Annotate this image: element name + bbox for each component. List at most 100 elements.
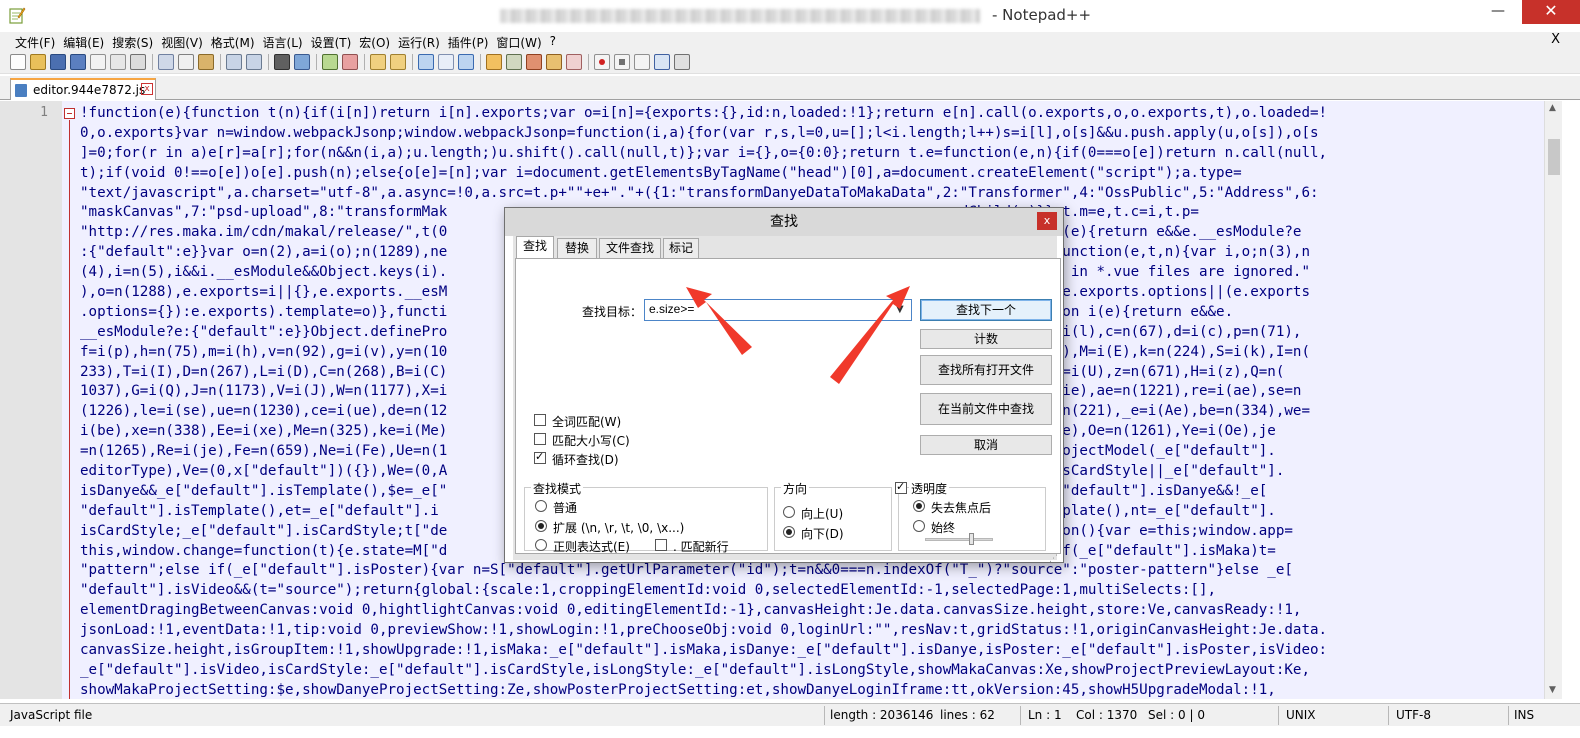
count-button[interactable]: 计数 [920,329,1052,349]
tab-replace[interactable]: 替换 [557,238,597,258]
code-line[interactable]: !function(e){function t(n){if(i[n])retur… [80,104,1532,124]
minimize-button[interactable]: — [1476,0,1520,24]
zoom-in-icon[interactable] [322,54,338,70]
code-line[interactable]: "default"].isVideo&&(t="source");return{… [80,581,1532,601]
code-line[interactable]: _e["default"].isVideo,isCardStyle:_e["de… [80,661,1532,681]
direction-down-radio[interactable] [783,526,795,538]
scrollbar-thumb[interactable] [1548,139,1560,175]
tab-find-in-files[interactable]: 文件查找 [599,238,661,258]
transparency-always-radio[interactable] [913,520,925,532]
find-icon[interactable] [274,54,290,70]
menu-settings[interactable]: 设置(T) [310,32,359,50]
show-all-chars-icon[interactable] [438,54,454,70]
resize-grip-icon[interactable]: ⋰ [1049,554,1058,564]
monitor-icon[interactable] [566,54,582,70]
find-all-in-current-file-button[interactable]: 在当前文件中查找 [920,393,1052,425]
save-macro-icon[interactable] [674,54,690,70]
code-line[interactable]: elementDragingBetweenCanvas:void 0,hight… [80,601,1532,621]
code-line[interactable]: jsonLoad:!1,eventData:!1,tip:void 0,prev… [80,621,1532,641]
menu-edit[interactable]: 编辑(E) [62,32,111,50]
wrap-around-checkbox[interactable] [534,450,546,464]
tab-mark[interactable]: 标记 [663,238,699,258]
stop-macro-icon[interactable] [614,54,630,70]
print-icon[interactable] [130,54,146,70]
menu-window[interactable]: 窗口(W) [495,32,548,50]
find-dialog-title[interactable]: 查找 [505,208,1063,236]
title-bar: - Notepad++ — ✕ [0,0,1580,32]
menu-file[interactable]: 文件(F) [14,32,62,50]
code-line[interactable]: 0,o.exports}var n=window.webpackJsonp;wi… [80,124,1532,144]
close-document-button[interactable]: X [1551,32,1560,47]
copy-icon[interactable] [178,54,194,70]
undo-icon[interactable] [226,54,242,70]
menu-format[interactable]: 格式(M) [210,32,262,50]
paste-icon[interactable] [198,54,214,70]
code-line[interactable]: t);if(void 0!==o[e])o[e].push(n);else{o[… [80,164,1532,184]
menu-run[interactable]: 运行(R) [397,32,447,50]
menu-help[interactable]: ? [549,32,563,50]
status-eol[interactable]: UNIX [1286,708,1316,722]
cut-icon[interactable] [158,54,174,70]
cancel-button[interactable]: 取消 [920,435,1052,455]
menu-language[interactable]: 语言(L) [262,32,310,50]
window-close-button[interactable]: ✕ [1522,0,1580,24]
doc-map-icon[interactable] [506,54,522,70]
function-list-icon[interactable] [526,54,542,70]
tab-close-icon[interactable]: x [141,83,153,95]
replace-icon[interactable] [294,54,310,70]
transparency-on-lose-focus-radio[interactable] [913,500,925,512]
open-file-icon[interactable] [30,54,46,70]
menu-search[interactable]: 搜索(S) [111,32,160,50]
scroll-down-icon[interactable]: ▼ [1549,685,1556,695]
transparency-checkbox[interactable] [895,480,907,494]
sync-h-icon[interactable] [390,54,406,70]
code-line[interactable]: "pattern";else if(_e["default"].isPoster… [80,561,1532,581]
match-case-checkbox[interactable] [534,433,546,445]
find-dialog-close-button[interactable]: x [1037,212,1057,230]
redo-icon[interactable] [246,54,262,70]
notepad-plus-plus-icon[interactable] [8,6,26,24]
save-all-icon[interactable] [70,54,86,70]
code-line[interactable]: showMakaProjectSetting:$e,showDanyeProje… [80,681,1532,699]
code-line[interactable]: ]=0;for(r in a)e[r]=a[r];for(n&&n(i,a);u… [80,144,1532,164]
toolbar-separator [412,54,413,70]
fold-collapse-icon[interactable] [64,108,75,119]
find-target-input[interactable]: e.size>= [644,299,912,321]
chevron-down-icon[interactable]: ▼ [896,304,904,315]
status-encoding[interactable]: UTF-8 [1396,708,1431,722]
sync-v-icon[interactable] [370,54,386,70]
find-all-in-open-files-button[interactable]: 查找所有打开文件 [920,355,1052,385]
indent-guide-icon[interactable] [458,54,474,70]
save-icon[interactable] [50,54,66,70]
play-macro-icon[interactable] [634,54,650,70]
whole-word-checkbox[interactable] [534,414,546,426]
transparency-slider-track[interactable] [925,538,993,541]
folder-workspace-icon[interactable] [546,54,562,70]
search-mode-normal-radio[interactable] [535,500,547,512]
close-icon[interactable] [90,54,106,70]
code-line[interactable]: "text/javascript",a.charset="utf-8",a.as… [80,184,1532,204]
search-mode-regex-radio[interactable] [535,539,547,551]
tab-find[interactable]: 查找 [516,236,554,259]
find-next-button[interactable]: 查找下一个 [920,299,1052,321]
new-file-icon[interactable] [10,54,26,70]
vertical-scrollbar[interactable]: ▲ ▼ [1544,101,1562,699]
search-mode-extended-radio[interactable] [535,520,547,532]
word-wrap-icon[interactable] [418,54,434,70]
tab-editor-js[interactable]: editor.944e7872.js x [10,78,156,100]
direction-up-radio[interactable] [783,506,795,518]
transparency-always-label: 始终 [931,521,956,535]
dot-matches-newline-checkbox[interactable] [655,539,667,551]
record-macro-icon[interactable] [594,54,610,70]
code-line[interactable]: canvasSize.height,isGroupItem:!1,showUpg… [80,641,1532,661]
scroll-up-icon[interactable]: ▲ [1549,103,1556,113]
udl-icon[interactable] [486,54,502,70]
zoom-out-icon[interactable] [342,54,358,70]
status-insert-mode[interactable]: INS [1514,708,1534,722]
transparency-slider-thumb[interactable] [969,533,974,545]
run-macro-multiple-icon[interactable] [654,54,670,70]
menu-view[interactable]: 视图(V) [160,32,210,50]
menu-macro[interactable]: 宏(O) [358,32,397,50]
close-all-icon[interactable] [110,54,126,70]
menu-plugins[interactable]: 插件(P) [447,32,496,50]
